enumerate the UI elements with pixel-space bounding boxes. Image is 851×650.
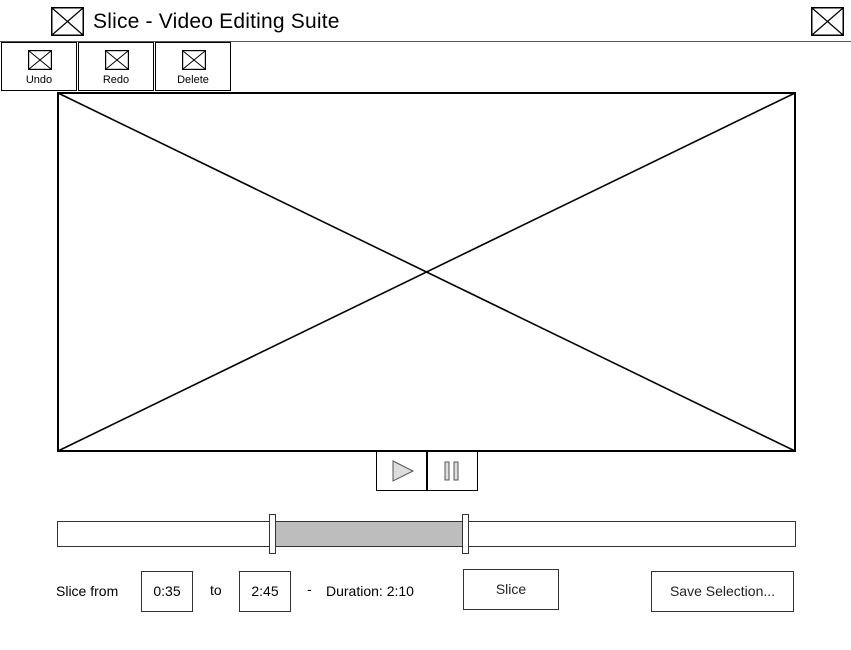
delete-icon bbox=[182, 50, 206, 75]
slice-to-label: to bbox=[210, 582, 222, 598]
pause-icon bbox=[444, 461, 460, 486]
slice-button[interactable]: Slice bbox=[463, 569, 559, 610]
window-title: Slice - Video Editing Suite bbox=[93, 10, 340, 33]
save-selection-button[interactable]: Save Selection... bbox=[651, 571, 794, 612]
duration-text: Duration: 2:10 bbox=[326, 583, 414, 599]
app-icon bbox=[51, 7, 84, 36]
redo-label: Redo bbox=[102, 74, 130, 86]
undo-button[interactable]: Undo bbox=[1, 42, 77, 91]
timeline-selection[interactable] bbox=[275, 522, 464, 546]
slice-to-field[interactable]: 2:45 bbox=[239, 571, 291, 612]
play-icon bbox=[391, 459, 415, 488]
slice-from-field[interactable]: 0:35 bbox=[141, 571, 193, 612]
delete-button[interactable]: Delete bbox=[155, 42, 231, 91]
redo-button[interactable]: Redo bbox=[78, 42, 154, 91]
redo-icon bbox=[105, 50, 129, 75]
close-window-icon[interactable] bbox=[811, 7, 844, 36]
selection-end-handle[interactable] bbox=[462, 514, 469, 554]
delete-label: Delete bbox=[177, 74, 209, 86]
video-preview bbox=[57, 92, 796, 452]
selection-start-handle[interactable] bbox=[269, 514, 276, 554]
pause-button[interactable] bbox=[426, 451, 478, 491]
play-button[interactable] bbox=[376, 451, 428, 491]
undo-icon bbox=[28, 50, 52, 75]
slice-from-label: Slice from bbox=[56, 583, 119, 599]
dash-separator: - bbox=[307, 581, 312, 597]
undo-label: Undo bbox=[25, 74, 53, 86]
